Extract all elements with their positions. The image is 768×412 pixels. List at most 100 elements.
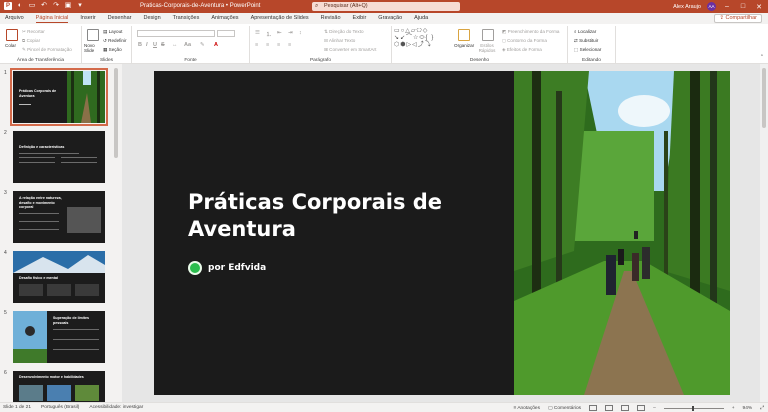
fit-to-window-icon[interactable]: ⤢ bbox=[760, 405, 764, 411]
tab-animacoes[interactable]: Animações bbox=[211, 15, 238, 23]
quick-styles-button[interactable]: Estilos Rápidos bbox=[476, 43, 498, 53]
font-size-select[interactable] bbox=[217, 30, 235, 37]
slide-thumb-2[interactable]: Definição e características bbox=[13, 131, 105, 183]
share-button[interactable]: ⇪ Compartilhar bbox=[714, 14, 762, 23]
slide-thumb-5[interactable]: Superação de limites pessoais bbox=[13, 311, 105, 363]
shapes-gallery[interactable]: ▭○△▱⬠◇ ↘↙⌒☆⬭{ } ⬡⬢▷◁⤴⤵ bbox=[394, 28, 440, 48]
tab-revisao[interactable]: Revisão bbox=[321, 15, 341, 23]
tab-apresentacao-de-slides[interactable]: Apresentação de Slides bbox=[251, 15, 309, 23]
paste-icon[interactable] bbox=[6, 29, 18, 41]
replace-button[interactable]: ⇄ Substituir bbox=[574, 38, 598, 44]
forest-trail-image[interactable] bbox=[514, 71, 730, 395]
paste-button[interactable]: Colar bbox=[5, 43, 16, 48]
section-button[interactable]: ▦ Seção bbox=[103, 47, 122, 53]
language-status[interactable]: Português (Brasil) bbox=[41, 405, 79, 410]
font-group: B I U S ↔ Aa ✎ A Fonte bbox=[132, 26, 250, 63]
cut-button[interactable]: ✂ Recortar bbox=[22, 29, 45, 35]
shape-outline-button[interactable]: ◻ Contorno da Forma bbox=[502, 38, 547, 44]
zoom-slider-knob[interactable] bbox=[691, 405, 694, 411]
new-slide-icon[interactable] bbox=[87, 29, 99, 41]
strikethrough-button[interactable]: S bbox=[161, 42, 165, 48]
new-slide-button[interactable]: Novo Slide bbox=[84, 43, 102, 53]
tab-design[interactable]: Design bbox=[144, 15, 161, 23]
shape-fill-button[interactable]: ◩ Preenchimento da Forma bbox=[502, 29, 559, 35]
collapse-ribbon-icon[interactable]: ⌃ bbox=[760, 54, 764, 60]
undo-icon[interactable]: ↶ bbox=[40, 2, 48, 10]
line-spacing-icon[interactable]: ↕ bbox=[299, 30, 302, 36]
font-color-icon[interactable]: A bbox=[214, 42, 218, 48]
decrease-indent-icon[interactable]: ⇤ bbox=[277, 30, 282, 36]
tab-pagina-inicial[interactable]: Página Inicial bbox=[35, 15, 69, 23]
comments-button[interactable]: ▢ Comentários bbox=[548, 406, 581, 411]
change-case-icon[interactable]: Aa bbox=[184, 42, 191, 48]
align-left-icon[interactable]: ≡ bbox=[255, 42, 258, 48]
slide-thumb-6[interactable]: Desenvolvimento motor e habilidades bbox=[13, 371, 105, 402]
customize-toolbar-icon[interactable]: ▾ bbox=[76, 2, 84, 10]
character-spacing-icon[interactable]: ↔ bbox=[172, 42, 178, 48]
slide-title-line: Práticas Corporais de bbox=[188, 190, 443, 214]
align-text-button[interactable]: ⊟ Alinhar Texto bbox=[324, 38, 355, 44]
slide-thumb-4[interactable]: Desafio físico e mental bbox=[13, 251, 105, 303]
italic-button[interactable]: I bbox=[146, 42, 148, 48]
highlight-icon[interactable]: ✎ bbox=[200, 42, 205, 48]
thumb-title: Práticas Corporais de Aventura bbox=[19, 89, 57, 98]
tab-arquivo[interactable]: Arquivo bbox=[5, 15, 24, 23]
editor-scrollbar[interactable] bbox=[760, 64, 768, 402]
search-box[interactable]: ⌕ Pesquisar (Alt+Q) bbox=[312, 2, 460, 11]
copy-button[interactable]: ⧉ Copiar bbox=[22, 38, 40, 43]
slide-thumb-1[interactable]: Práticas Corporais de Aventura bbox=[10, 68, 108, 126]
format-painter-button[interactable]: ✎ Pincel de Formatação bbox=[22, 47, 72, 53]
zoom-level[interactable]: 94% bbox=[743, 406, 753, 411]
tab-ajuda[interactable]: Ajuda bbox=[414, 15, 428, 23]
smartart-button[interactable]: ⊞ Converter em SmartArt bbox=[324, 47, 376, 53]
quick-styles-icon[interactable] bbox=[482, 29, 494, 41]
zoom-slider[interactable] bbox=[663, 405, 724, 411]
reset-button[interactable]: ↺ Redefinir bbox=[103, 38, 127, 44]
bold-button[interactable]: B bbox=[138, 42, 142, 48]
notes-button[interactable]: ≡ Anotações bbox=[513, 406, 540, 411]
current-slide[interactable]: Práticas Corporais de Aventura por Edfvi… bbox=[154, 71, 730, 395]
tab-gravacao[interactable]: Gravação bbox=[378, 15, 402, 23]
slide-sorter-icon[interactable] bbox=[605, 405, 614, 411]
shape-effects-button[interactable]: ◈ Efeitos de Forma bbox=[502, 47, 542, 53]
bullets-icon[interactable]: ☰ bbox=[255, 30, 260, 36]
find-button[interactable]: ⌕ Localizar bbox=[574, 29, 596, 34]
reading-view-icon[interactable] bbox=[621, 405, 630, 411]
slide-title[interactable]: Práticas Corporais de Aventura bbox=[188, 189, 442, 243]
redo-icon[interactable]: ↷ bbox=[52, 2, 60, 10]
select-button[interactable]: ⬚ Selecionar bbox=[574, 47, 601, 53]
maximize-icon[interactable]: □ bbox=[738, 3, 748, 10]
autosave-toggle-icon[interactable]: ◐ bbox=[16, 2, 24, 10]
layout-button[interactable]: ▤ Layout bbox=[103, 29, 122, 35]
normal-view-icon[interactable] bbox=[589, 405, 598, 411]
arrange-button[interactable]: Organizar bbox=[454, 43, 474, 48]
thumbnails-scrollbar[interactable] bbox=[114, 68, 118, 158]
editor-scroll-thumb[interactable] bbox=[762, 68, 766, 128]
tab-transicoes[interactable]: Transições bbox=[173, 15, 200, 23]
arrange-icon[interactable] bbox=[458, 29, 470, 41]
zoom-out-icon[interactable]: – bbox=[653, 406, 656, 411]
align-center-icon[interactable]: ≡ bbox=[266, 42, 269, 48]
slide-author[interactable]: por Edfvida bbox=[188, 261, 266, 275]
tab-exibir[interactable]: Exibir bbox=[353, 15, 367, 23]
tab-inserir[interactable]: Inserir bbox=[80, 15, 95, 23]
slideshow-icon[interactable] bbox=[637, 405, 646, 411]
zoom-in-icon[interactable]: + bbox=[732, 406, 735, 411]
increase-indent-icon[interactable]: ⇥ bbox=[288, 30, 293, 36]
slide-counter: Slide 1 de 21 bbox=[3, 405, 32, 410]
numbering-icon[interactable]: ⒈ bbox=[266, 30, 272, 38]
user-name[interactable]: Alex Araujo bbox=[673, 4, 701, 10]
avatar[interactable]: AA bbox=[707, 2, 716, 11]
save-icon[interactable]: ▭ bbox=[28, 2, 36, 10]
accessibility-status[interactable]: Acessibilidade: investigar bbox=[89, 405, 143, 410]
font-family-select[interactable] bbox=[137, 30, 215, 37]
tab-desenhar[interactable]: Desenhar bbox=[108, 15, 132, 23]
present-icon[interactable]: ▣ bbox=[64, 2, 72, 10]
align-right-icon[interactable]: ≡ bbox=[277, 42, 280, 48]
text-direction-button[interactable]: ⇅ Direção do Texto bbox=[324, 29, 364, 35]
slide-thumb-3[interactable]: A relação entre natureza, desafio e movi… bbox=[13, 191, 105, 243]
underline-button[interactable]: U bbox=[153, 42, 157, 48]
justify-icon[interactable]: ≡ bbox=[288, 42, 291, 48]
close-icon[interactable]: ✕ bbox=[754, 3, 764, 11]
minimize-icon[interactable]: – bbox=[722, 3, 732, 10]
